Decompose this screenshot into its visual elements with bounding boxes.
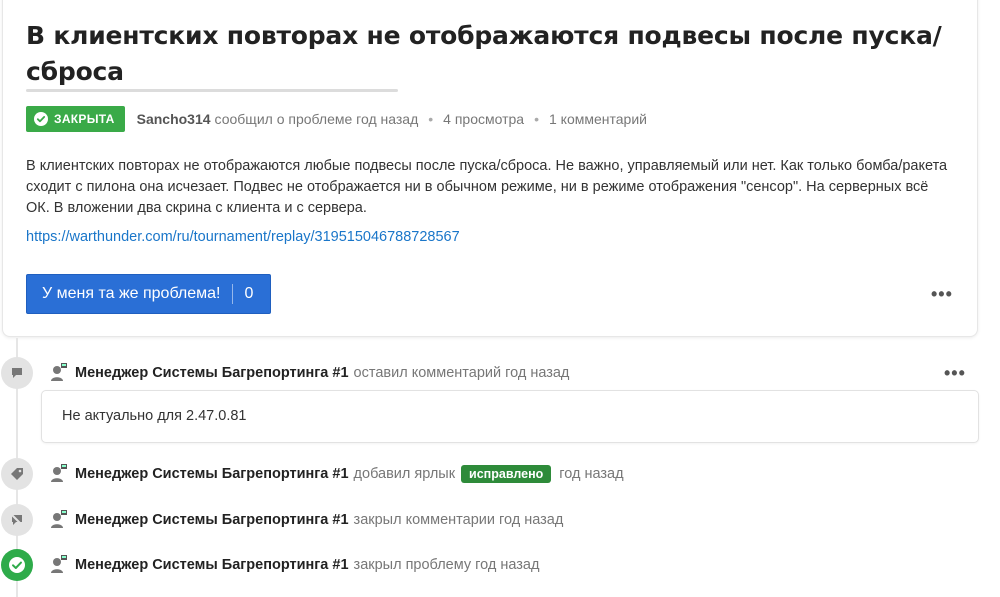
event-author[interactable]: Менеджер Системы Багрепортинга #1 bbox=[75, 557, 349, 573]
me-too-count: 0 bbox=[244, 285, 254, 302]
event-action: закрыл комментарии год назад bbox=[353, 512, 564, 528]
issue-meta: ЗАКРЫТА Sancho314 сообщил о проблеме год… bbox=[26, 105, 647, 133]
fixed-tag-badge[interactable]: исправлено bbox=[461, 465, 552, 483]
me-too-button[interactable]: У меня та же проблема! 0 bbox=[26, 274, 271, 314]
check-circle-icon bbox=[34, 112, 48, 126]
check-circle-icon bbox=[9, 557, 25, 573]
timeline-event-tag: Менеджер Системы Багрепортинга #1 добави… bbox=[75, 463, 624, 485]
comments-count: 1 комментарий bbox=[548, 111, 647, 127]
timeline-comment-marker bbox=[1, 357, 33, 389]
event-author[interactable]: Менеджер Системы Багрепортинга #1 bbox=[75, 365, 349, 381]
timeline-closed-marker bbox=[1, 549, 33, 581]
author-link[interactable]: Sancho314 bbox=[137, 111, 211, 127]
comment-box: Не актуально для 2.47.0.81 bbox=[41, 390, 979, 443]
event-author[interactable]: Менеджер Системы Багрепортинга #1 bbox=[75, 512, 349, 528]
timeline-event-closed: Менеджер Системы Багрепортинга #1 закрыл… bbox=[75, 554, 539, 576]
comment-more-button[interactable]: ••• bbox=[944, 364, 966, 382]
event-author[interactable]: Менеджер Системы Багрепортинга #1 bbox=[75, 466, 349, 482]
issue-more-button[interactable]: ••• bbox=[931, 285, 953, 303]
button-divider bbox=[232, 284, 234, 304]
event-action: добавил ярлык bbox=[353, 466, 456, 482]
issue-title: В клиентских повторах не отображаются по… bbox=[26, 21, 942, 86]
timeline-tag-marker bbox=[1, 458, 33, 490]
bot-avatar-icon bbox=[51, 464, 67, 482]
event-time: год назад bbox=[559, 466, 624, 482]
tag-icon bbox=[11, 468, 23, 480]
status-label: ЗАКРЫТА bbox=[54, 112, 115, 126]
bot-avatar-icon bbox=[51, 510, 67, 528]
timeline-event-comment: Менеджер Системы Багрепортинга #1 остави… bbox=[75, 362, 569, 384]
issue-description: В клиентских повторах не отображаются лю… bbox=[26, 158, 948, 216]
event-action: закрыл проблему год назад bbox=[353, 557, 540, 573]
bot-avatar-icon bbox=[51, 555, 67, 573]
comment-text: Не актуально для 2.47.0.81 bbox=[62, 408, 247, 424]
separator-dot: • bbox=[428, 111, 434, 127]
timeline-comments-closed-marker bbox=[1, 504, 33, 536]
title-underline bbox=[26, 89, 398, 92]
me-too-label: У меня та же проблема! bbox=[42, 285, 221, 302]
reported-text: сообщил о проблеме год назад bbox=[214, 111, 419, 127]
replay-link[interactable]: https://warthunder.com/ru/tournament/rep… bbox=[26, 229, 460, 245]
separator-dot: • bbox=[534, 111, 539, 127]
speech-bubble-icon bbox=[12, 368, 22, 378]
event-action: оставил комментарий год назад bbox=[353, 365, 570, 381]
comments-off-icon bbox=[10, 513, 24, 527]
views-count: 4 просмотра bbox=[443, 111, 525, 127]
timeline-event-comments-closed: Менеджер Системы Багрепортинга #1 закрыл… bbox=[75, 509, 563, 531]
bot-avatar-icon bbox=[51, 363, 67, 381]
status-badge: ЗАКРЫТА bbox=[26, 106, 125, 132]
